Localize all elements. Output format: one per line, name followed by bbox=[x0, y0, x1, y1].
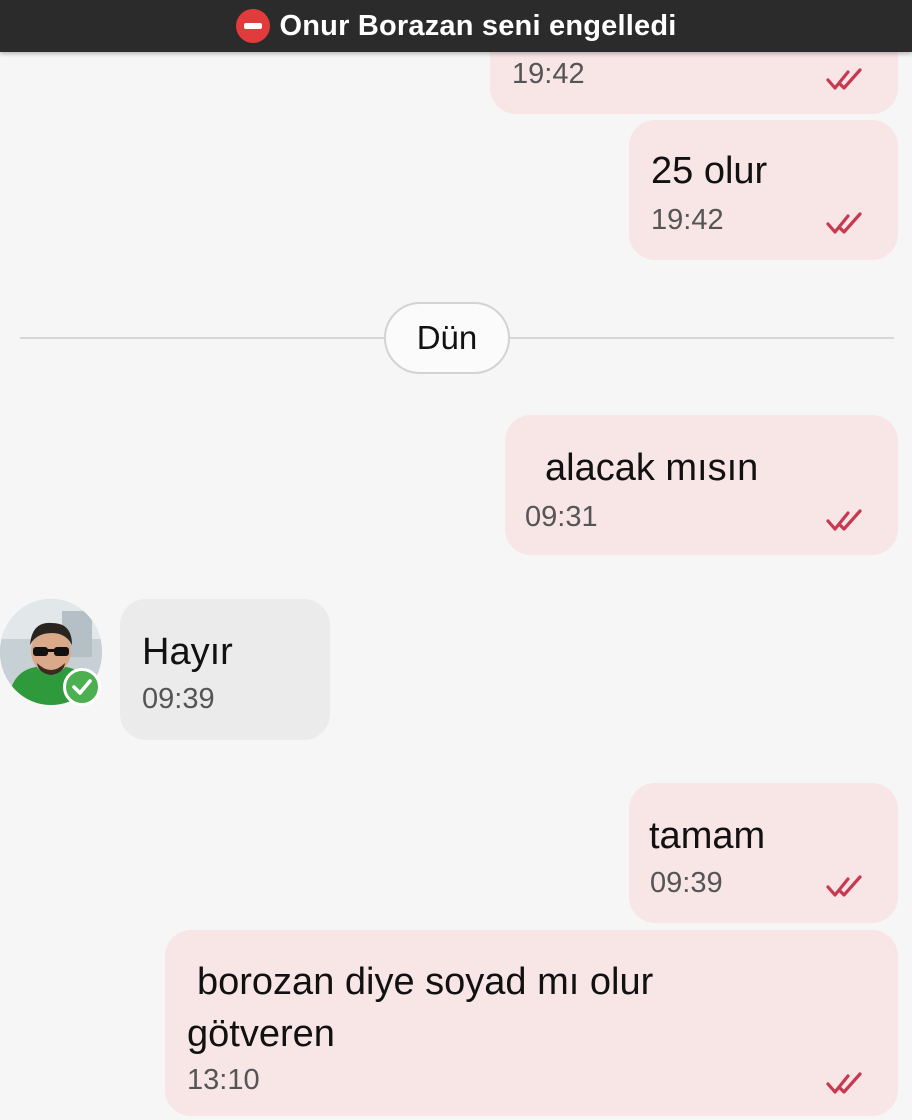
message-text: borozan diye soyad mı olur götveren bbox=[187, 961, 654, 1055]
blocked-banner: Onur Borazan seni engelledi bbox=[0, 0, 912, 52]
message-time: 13:10 bbox=[187, 1064, 260, 1096]
double-check-icon bbox=[826, 68, 862, 90]
double-check-icon bbox=[826, 509, 862, 531]
double-check-icon bbox=[826, 212, 862, 234]
blocked-icon bbox=[235, 9, 270, 43]
blocked-banner-text: Onur Borazan seni engelledi bbox=[279, 9, 677, 42]
outgoing-message-bubble[interactable]: alacak mısın 09:31 bbox=[505, 415, 898, 555]
date-separator-label: Dün bbox=[416, 319, 478, 356]
double-check-icon bbox=[826, 875, 862, 897]
outgoing-message-bubble[interactable]: tamam 09:39 bbox=[629, 783, 898, 923]
incoming-message-bubble[interactable]: Hayır 09:39 bbox=[120, 599, 330, 740]
message-time: 09:31 bbox=[525, 501, 598, 533]
message-text: alacak mısın bbox=[545, 447, 759, 489]
message-time: 09:39 bbox=[650, 867, 723, 899]
message-time: 09:39 bbox=[142, 683, 215, 715]
outgoing-message-bubble[interactable]: 25 olur 19:42 bbox=[629, 120, 898, 260]
message-time: 19:42 bbox=[651, 204, 724, 236]
date-separator: Dün bbox=[384, 302, 510, 374]
message-text: Hayır bbox=[142, 631, 233, 673]
outgoing-message-bubble[interactable]: borozan diye soyad mı olur götveren 13:1… bbox=[165, 930, 898, 1116]
double-check-icon bbox=[826, 1072, 862, 1094]
message-text: 25 olur bbox=[651, 150, 768, 192]
message-text: tamam bbox=[649, 815, 766, 857]
message-time: 19:42 bbox=[512, 58, 585, 90]
verified-check-icon bbox=[63, 668, 101, 706]
